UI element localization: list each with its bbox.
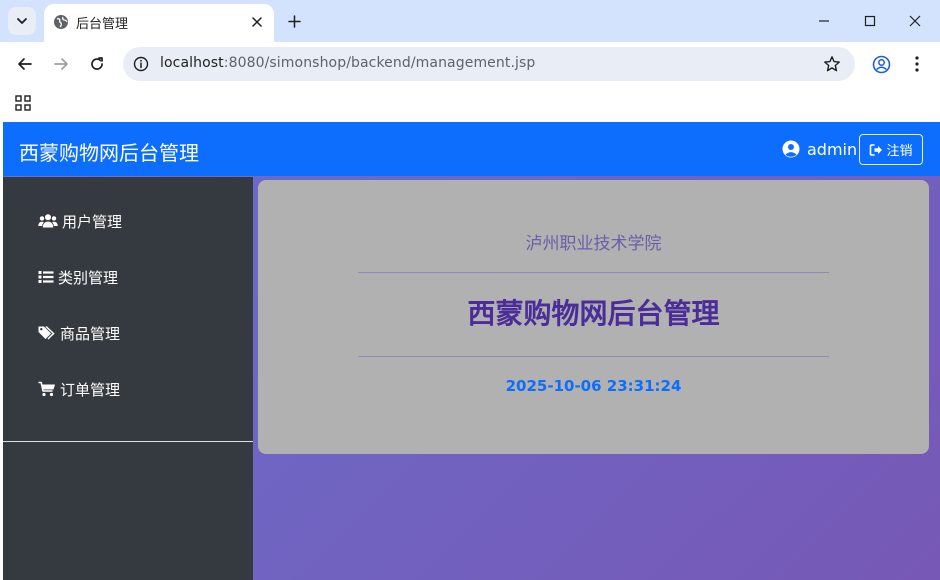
bookmark-star-icon[interactable] [823, 55, 841, 73]
new-tab-button[interactable] [284, 11, 304, 31]
tags-icon [38, 325, 55, 340]
page-content: 西蒙购物网后台管理 admin 注销 用户管理 类别管理 商品管理 订单管理 泸… [3, 122, 940, 580]
sidebar-item-products[interactable]: 商品管理 [38, 321, 120, 345]
logout-button[interactable]: 注销 [859, 134, 923, 165]
sidebar-item-users[interactable]: 用户管理 [38, 209, 122, 233]
college-name: 泸州职业技术学院 [525, 234, 662, 254]
plus-icon [287, 14, 301, 28]
arrow-left-icon [18, 58, 32, 70]
divider [358, 272, 829, 273]
page-title: 西蒙购物网后台管理 [467, 297, 720, 330]
profile-icon [872, 55, 890, 73]
apps-grid-icon[interactable] [14, 94, 32, 112]
sidebar-item-label: 类别管理 [58, 268, 119, 287]
forward-button[interactable] [49, 52, 73, 76]
browser-tab-active[interactable]: 后台管理 [44, 4, 274, 42]
browser-menu-button[interactable] [906, 53, 928, 75]
sidebar-item-label: 订单管理 [60, 380, 121, 399]
address-bar[interactable]: localhost:8080/simonshop/backend/managem… [123, 47, 855, 81]
logout-label: 注销 [886, 144, 913, 159]
close-icon [909, 15, 921, 27]
sidebar-item-label: 商品管理 [60, 324, 121, 343]
current-datetime: 2025-10-06 23:31:24 [505, 377, 682, 395]
more-vertical-icon [915, 56, 919, 72]
reload-button[interactable] [85, 52, 109, 76]
window-close-button[interactable] [905, 11, 925, 31]
sidebar-item-label: 用户管理 [62, 212, 123, 231]
browser-tab-strip: 后台管理 [0, 0, 940, 42]
bookmarks-bar [0, 86, 940, 122]
divider [358, 356, 829, 357]
user-circle-icon [782, 140, 800, 158]
url-host: localhost [160, 55, 224, 71]
url-path: :8080/simonshop/backend/management.jsp [223, 55, 536, 71]
current-user: admin [782, 138, 857, 160]
minimize-button[interactable] [814, 11, 834, 31]
arrow-right-icon [54, 58, 68, 70]
back-button[interactable] [13, 52, 37, 76]
chevron-down-icon [17, 18, 27, 24]
top-navbar: 西蒙购物网后台管理 admin 注销 [3, 122, 940, 176]
list-icon [38, 271, 54, 283]
url-text[interactable]: localhost:8080/simonshop/backend/managem… [160, 55, 535, 71]
site-info-icon[interactable] [133, 56, 149, 72]
navbar-brand[interactable]: 西蒙购物网后台管理 [19, 137, 199, 166]
users-icon [38, 214, 58, 228]
welcome-card: 泸州职业技术学院 西蒙购物网后台管理 2025-10-06 23:31:24 [258, 180, 929, 454]
tab-search-button[interactable] [8, 7, 36, 35]
sidebar-divider [3, 441, 253, 442]
tab-close-button[interactable] [248, 13, 266, 31]
profile-button[interactable] [870, 53, 892, 75]
close-icon [252, 17, 262, 27]
tab-title: 后台管理 [76, 17, 129, 32]
sidebar-item-orders[interactable]: 订单管理 [38, 377, 120, 401]
browser-toolbar: localhost:8080/simonshop/backend/managem… [0, 42, 940, 86]
maximize-icon [864, 15, 876, 27]
maximize-button[interactable] [860, 11, 880, 31]
reload-icon [91, 57, 103, 70]
minimize-icon [819, 20, 829, 22]
sidebar-item-categories[interactable]: 类别管理 [38, 265, 118, 289]
globe-icon [54, 15, 68, 29]
username-label: admin [807, 139, 858, 159]
cart-icon [38, 381, 55, 397]
sign-out-icon [870, 143, 883, 156]
sidebar: 用户管理 类别管理 商品管理 订单管理 [3, 177, 253, 580]
